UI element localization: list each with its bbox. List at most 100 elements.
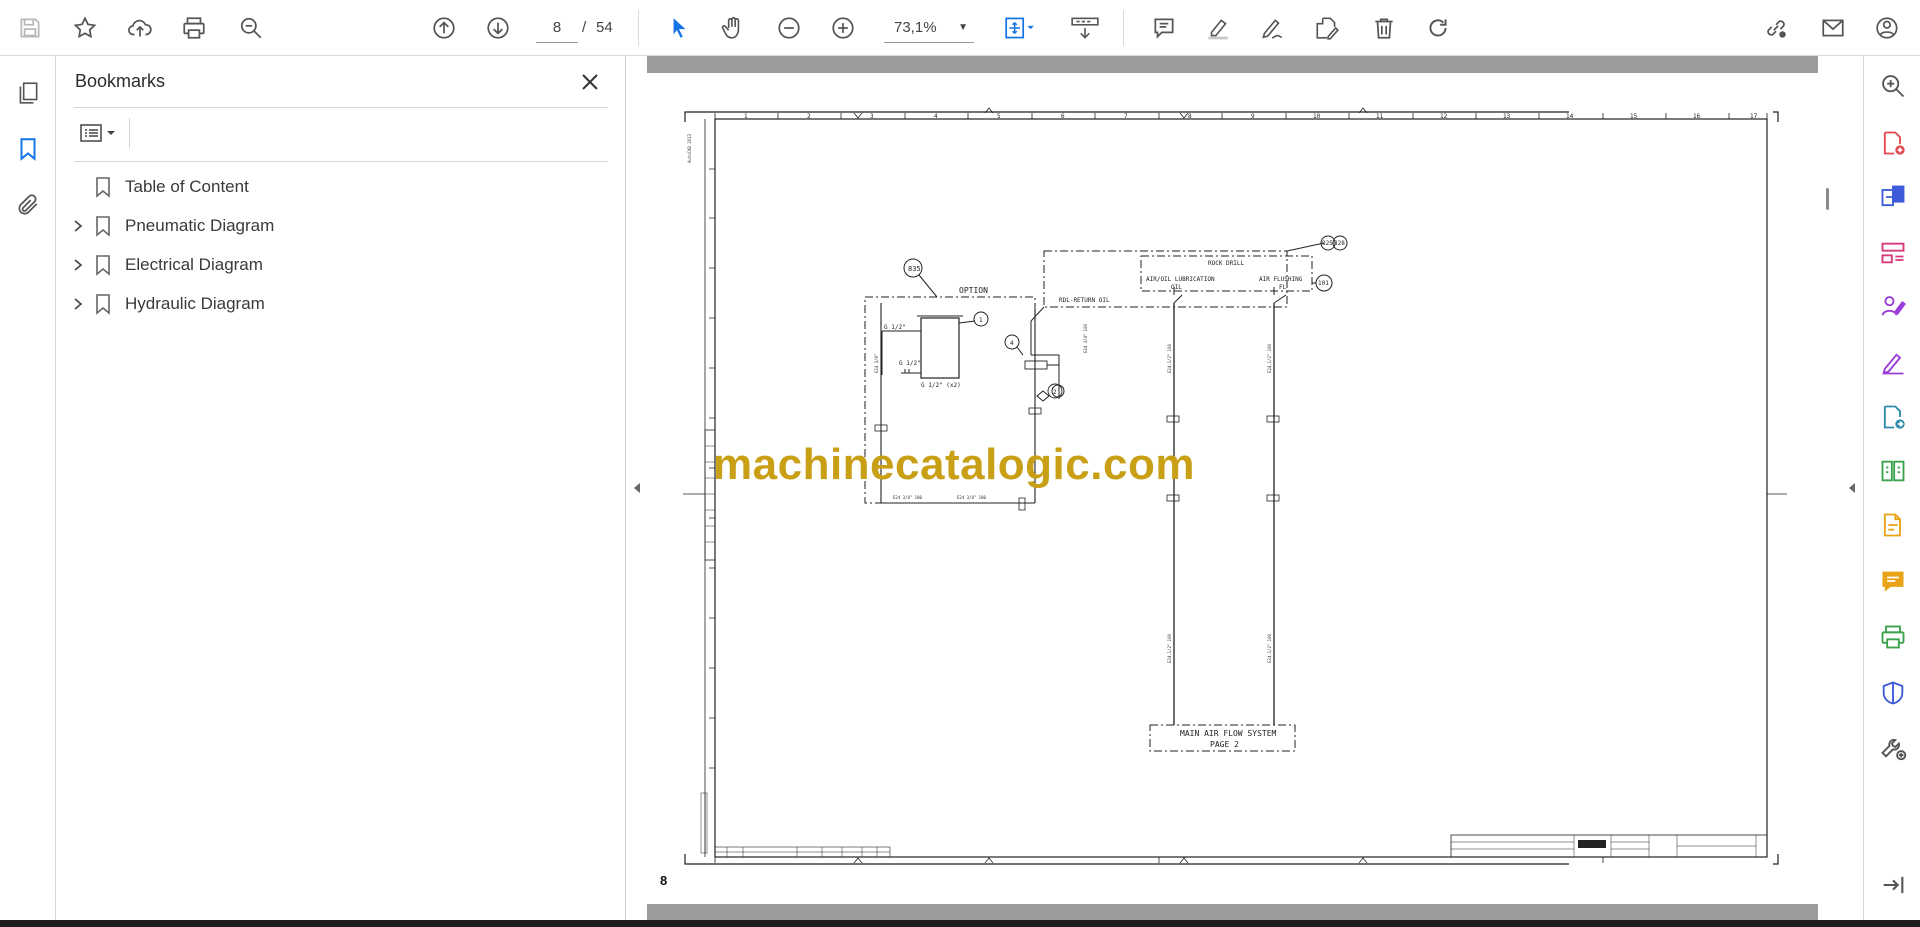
air-oil-lubrication-label: AIR/OIL LUBRICATION bbox=[1146, 276, 1215, 283]
comment-icon[interactable] bbox=[1146, 10, 1182, 46]
svg-text:E24 3/4" 100: E24 3/4" 100 bbox=[1083, 324, 1088, 353]
search-zoom-icon[interactable] bbox=[233, 10, 269, 46]
air-flushing-sub-label: FL bbox=[1279, 284, 1287, 291]
page-number-input[interactable]: 8 bbox=[536, 13, 578, 43]
bookmark-label: Table of Content bbox=[125, 177, 249, 196]
size-half-a: G 1/2" bbox=[884, 324, 906, 331]
vertical-scrollbar-thumb[interactable] bbox=[1826, 188, 1829, 210]
bookmark-item-electrical-diagram[interactable]: Electrical Diagram bbox=[56, 247, 616, 283]
collapse-left-panel-icon[interactable] bbox=[630, 481, 644, 495]
column-number: 9 bbox=[1251, 113, 1255, 120]
draw-pen-icon[interactable] bbox=[1254, 10, 1290, 46]
air-flushing-label: AIR FLUSHING bbox=[1259, 276, 1303, 283]
collapse-right-panel-icon[interactable] bbox=[1845, 481, 1859, 495]
account-icon[interactable] bbox=[1870, 10, 1906, 46]
size-half-b: G 1/2" bbox=[899, 360, 921, 367]
bookmark-options-button[interactable] bbox=[74, 116, 124, 150]
divider bbox=[129, 118, 130, 148]
combine-files-icon[interactable] bbox=[1876, 180, 1910, 214]
bookmark-label: Pneumatic Diagram bbox=[125, 216, 275, 235]
collapse-panel-icon[interactable] bbox=[1876, 868, 1910, 902]
bookmark-item-pneumatic-diagram[interactable]: Pneumatic Diagram bbox=[56, 208, 616, 244]
previous-page-icon[interactable] bbox=[426, 10, 462, 46]
column-number: 17 bbox=[1750, 113, 1758, 120]
bookmarks-title: Bookmarks bbox=[75, 71, 166, 91]
svg-text:E24.1/2" 100: E24.1/2" 100 bbox=[1167, 344, 1172, 373]
bookmark-icon[interactable] bbox=[9, 130, 47, 168]
more-tools-icon[interactable] bbox=[1876, 730, 1910, 764]
fit-page-icon[interactable] bbox=[995, 10, 1045, 46]
pages-icon[interactable] bbox=[9, 74, 47, 112]
share-link-icon[interactable] bbox=[1758, 10, 1794, 46]
bookmark-item-hydraulic-diagram[interactable]: Hydraulic Diagram bbox=[56, 286, 616, 322]
ref-835: 835 bbox=[908, 265, 921, 273]
email-icon[interactable] bbox=[1815, 10, 1851, 46]
bottom-edge bbox=[0, 920, 1920, 927]
star-icon[interactable] bbox=[67, 10, 103, 46]
search-zoom-icon[interactable] bbox=[1876, 69, 1910, 103]
create-pdf-icon[interactable] bbox=[1876, 126, 1910, 160]
highlight-icon[interactable] bbox=[1200, 10, 1236, 46]
scan-ocr-icon[interactable] bbox=[1876, 620, 1910, 654]
select-cursor-icon[interactable] bbox=[661, 10, 697, 46]
edit-pdf-icon[interactable] bbox=[1876, 508, 1910, 542]
zoom-level-select[interactable]: 73,1% ▼ bbox=[884, 13, 974, 43]
zoom-in-icon[interactable] bbox=[825, 10, 861, 46]
rock-drill-label: ROCK DRILL bbox=[1208, 260, 1245, 267]
bookmark-flag-icon bbox=[96, 216, 110, 237]
next-page-icon[interactable] bbox=[480, 10, 516, 46]
save-icon[interactable] bbox=[12, 10, 48, 46]
svg-text:E24 3/8": E24 3/8" bbox=[874, 354, 879, 373]
ref-101: 101 bbox=[1318, 280, 1329, 287]
export-pdf-icon[interactable] bbox=[1876, 400, 1910, 434]
svg-text:E24 3/8" 100: E24 3/8" 100 bbox=[893, 495, 922, 500]
edit-document-icon[interactable] bbox=[1309, 10, 1345, 46]
column-number: 12 bbox=[1440, 113, 1448, 120]
ref-1: 1 bbox=[979, 317, 983, 324]
scroll-mode-icon[interactable] bbox=[1065, 10, 1105, 46]
delete-icon[interactable] bbox=[1366, 10, 1402, 46]
chevron-right-icon[interactable] bbox=[69, 217, 87, 235]
return-oil-label: RDL-RETURN OIL bbox=[1059, 297, 1110, 304]
column-number: 3 bbox=[870, 113, 874, 120]
option-label: OPTION bbox=[959, 286, 988, 295]
fill-and-sign-icon[interactable] bbox=[1876, 346, 1910, 380]
ref-4: 4 bbox=[1010, 340, 1014, 347]
bookmark-item-table-of-content[interactable]: Table of Content bbox=[56, 169, 616, 205]
bookmark-label: Electrical Diagram bbox=[125, 255, 263, 274]
cloud-upload-icon[interactable] bbox=[122, 10, 158, 46]
chevron-right-icon[interactable] bbox=[69, 256, 87, 274]
column-number: 13 bbox=[1503, 113, 1511, 120]
close-icon[interactable] bbox=[576, 68, 604, 96]
page-total: 54 bbox=[596, 19, 613, 36]
svg-text:E24.1/2" 100: E24.1/2" 100 bbox=[1267, 634, 1272, 663]
divider bbox=[74, 107, 608, 108]
bookmarks-panel: Bookmarks Table of Content Pneumatic Dia… bbox=[56, 56, 626, 920]
main-air-page-label: PAGE 2 bbox=[1210, 740, 1239, 749]
redo-icon[interactable] bbox=[1420, 10, 1456, 46]
toolbar-divider bbox=[638, 10, 639, 46]
print-icon[interactable] bbox=[176, 10, 212, 46]
column-number: 4 bbox=[934, 113, 938, 120]
ref-2: 2 bbox=[1053, 389, 1057, 396]
compare-files-icon[interactable] bbox=[1876, 454, 1910, 488]
toolbar-divider bbox=[1123, 10, 1124, 46]
top-toolbar: 8 / 54 73,1% ▼ bbox=[0, 0, 1920, 56]
column-number: 7 bbox=[1124, 113, 1128, 120]
chevron-right-icon[interactable] bbox=[69, 295, 87, 313]
request-signatures-icon[interactable] bbox=[1876, 290, 1910, 324]
zoom-out-icon[interactable] bbox=[771, 10, 807, 46]
organize-pages-icon[interactable] bbox=[1876, 236, 1910, 270]
svg-text:E24.1/2" 100: E24.1/2" 100 bbox=[1167, 634, 1172, 663]
attachment-icon[interactable] bbox=[9, 186, 47, 224]
hand-tool-icon[interactable] bbox=[715, 10, 751, 46]
size-half-c: G 1/2" (x2) bbox=[921, 382, 961, 389]
divider bbox=[74, 161, 608, 162]
column-number: 5 bbox=[997, 113, 1001, 120]
bookmark-label: Hydraulic Diagram bbox=[125, 294, 265, 313]
svg-text:E24.1/2" 100: E24.1/2" 100 bbox=[1267, 344, 1272, 373]
protect-shield-icon[interactable] bbox=[1876, 676, 1910, 710]
bookmark-flag-icon bbox=[96, 294, 110, 315]
page-separator: / bbox=[582, 19, 587, 36]
comment-tool-icon[interactable] bbox=[1876, 564, 1910, 598]
